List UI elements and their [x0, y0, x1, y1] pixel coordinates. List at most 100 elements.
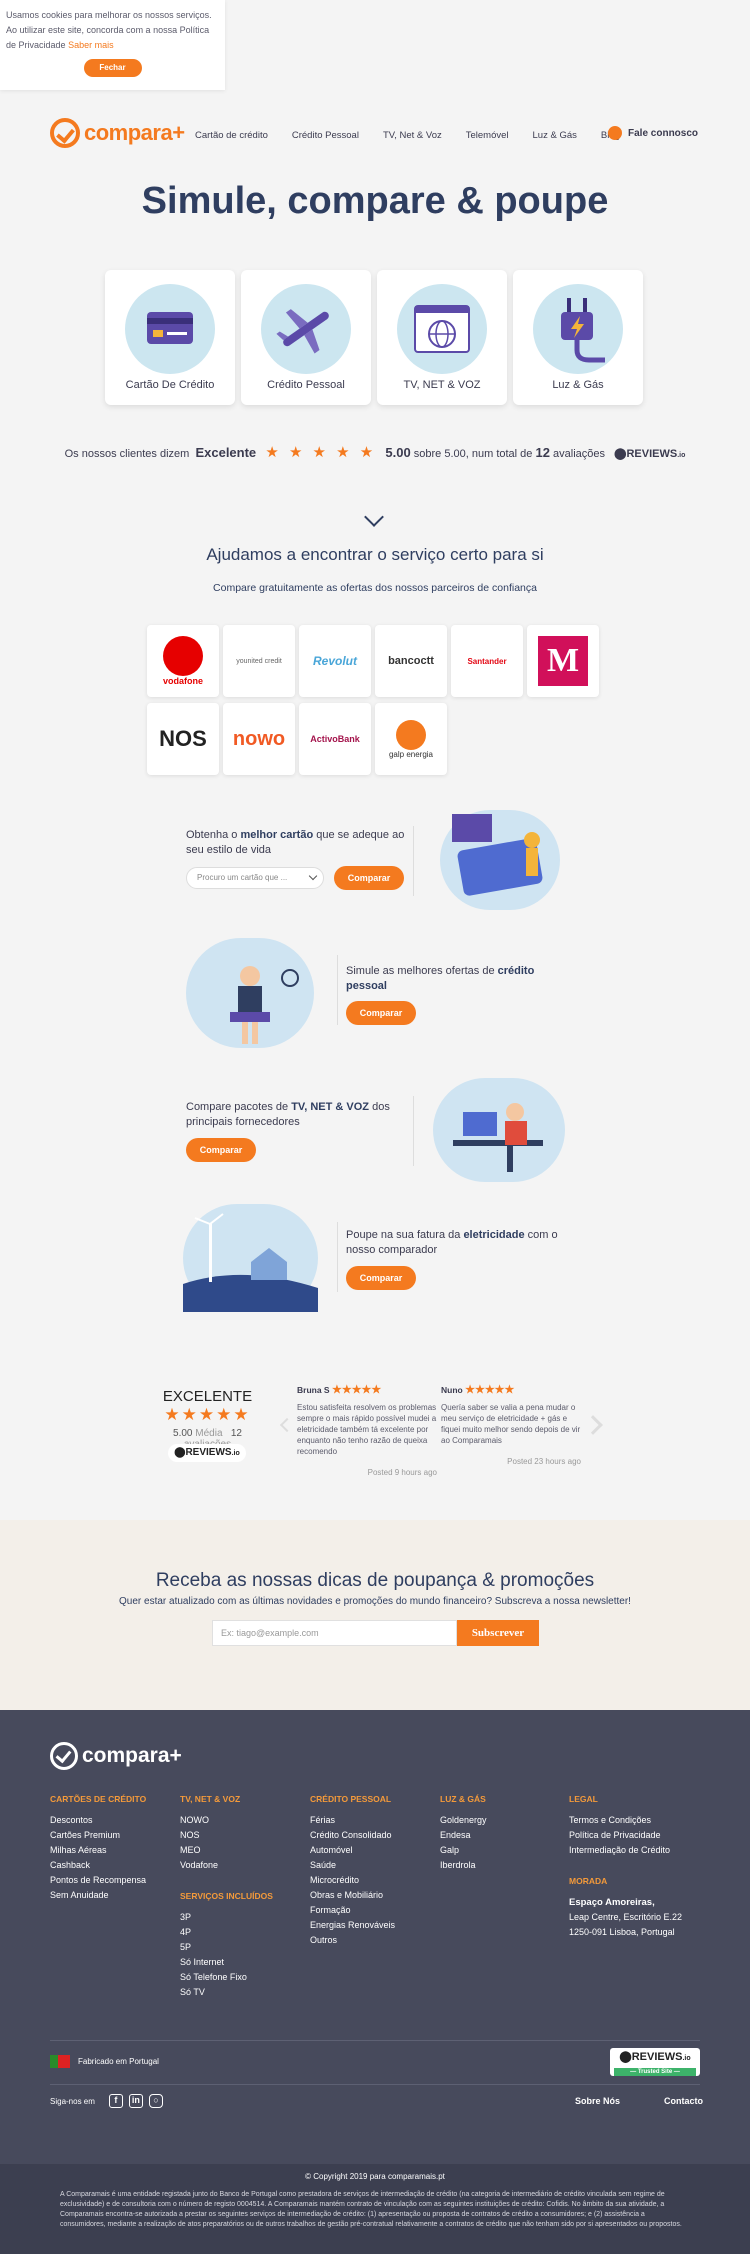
nav-luz-gas[interactable]: Luz & Gás	[533, 130, 577, 141]
address-line: Leap Centre, Escritório E.22	[569, 1912, 683, 1922]
vodafone-logo-icon	[163, 636, 203, 676]
footer-link[interactable]: Férias	[310, 1813, 395, 1828]
footer-link[interactable]: Cartões Premium	[50, 1828, 146, 1843]
footer-heading: LUZ & GÁS	[440, 1794, 486, 1804]
cookie-close-button[interactable]: Fechar	[83, 59, 142, 77]
footer-link[interactable]: MEO	[180, 1843, 273, 1858]
footer-link[interactable]: Só Telefone Fixo	[180, 1970, 273, 1985]
made-in-label: Fabricado em Portugal	[78, 2057, 159, 2066]
partner-logo-millennium: M	[527, 625, 599, 697]
reviews-count: 12	[535, 445, 550, 460]
card-type-select[interactable]: Procuro um cartão que ...	[186, 867, 324, 889]
footer-link[interactable]: 5P	[180, 1940, 273, 1955]
footer-link[interactable]: Automóvel	[310, 1843, 395, 1858]
category-label: Cartão De Crédito	[125, 379, 215, 391]
promo-tv-text: Compare pacotes de TV, NET & VOZ dos pri…	[186, 1101, 390, 1128]
divider	[50, 2084, 700, 2085]
footer-link[interactable]: Obras e Mobiliário	[310, 1888, 395, 1903]
nav-telemovel[interactable]: Telemóvel	[466, 130, 509, 141]
newsletter-subtitle: Quer estar atualizado com as últimas nov…	[119, 1596, 631, 1607]
footer-link[interactable]: NOS	[180, 1828, 273, 1843]
partner-logo-vodafone: vodafone	[147, 625, 219, 697]
footer-link[interactable]: Descontos	[50, 1813, 146, 1828]
footer-link[interactable]: Termos e Condições	[569, 1813, 682, 1828]
instagram-icon[interactable]: ○	[148, 2094, 163, 2108]
footer-link[interactable]: Crédito Consolidado	[310, 1828, 395, 1843]
footer-logo[interactable]: compara+	[50, 1742, 182, 1770]
reviews-suffix: avaliações	[553, 448, 605, 460]
nav-tv-net-voz[interactable]: TV, Net & Voz	[383, 130, 442, 141]
main-nav: Cartão de crédito Crédito Pessoal TV, Ne…	[195, 130, 644, 141]
compare-credit-button[interactable]: Comparar	[346, 1001, 416, 1025]
footer-link[interactable]: Intermediação de Crédito	[569, 1843, 682, 1858]
chevron-down-icon[interactable]	[364, 507, 384, 527]
linkedin-icon[interactable]: in	[128, 2094, 143, 2108]
footer-logo-text: compara+	[82, 1744, 182, 1767]
logo-check-icon	[50, 118, 80, 148]
category-card-credit-card[interactable]: Cartão De Crédito	[105, 270, 235, 405]
footer-link[interactable]: Saúde	[310, 1858, 395, 1873]
footer-link[interactable]: Endesa	[440, 1828, 487, 1843]
footer-bottom-links: Sobre Nós Contacto	[575, 2096, 747, 2106]
category-card-luz-gas[interactable]: Luz & Gás	[513, 270, 643, 405]
compare-tv-button[interactable]: Comparar	[186, 1138, 256, 1162]
reviews-io-logo[interactable]: ⬤REVIEWS.io	[168, 1444, 246, 1462]
footer-link[interactable]: Iberdrola	[440, 1858, 487, 1873]
footer-link[interactable]: Outros	[310, 1933, 395, 1948]
footer-link[interactable]: 3P	[180, 1910, 273, 1925]
reviews-io-logo: ⬤REVIEWS.io	[614, 448, 686, 460]
reviews-io-badge[interactable]: ⬤REVIEWS.io — Trusted Site —	[610, 2048, 700, 2076]
reviews-rating-word: Excelente	[195, 445, 257, 460]
footer-link[interactable]: Milhas Aéreas	[50, 1843, 146, 1858]
review-posted: Posted 9 hours ago	[367, 1468, 437, 1477]
category-card-tv-net-voz[interactable]: TV, NET & VOZ	[377, 270, 507, 405]
footer-link[interactable]: Cashback	[50, 1858, 146, 1873]
compare-card-button[interactable]: Comparar	[334, 866, 404, 890]
contact-link[interactable]: Fale connosco	[608, 126, 698, 140]
nav-cartao-credito[interactable]: Cartão de crédito	[195, 130, 268, 141]
footer-link[interactable]: Formação	[310, 1903, 395, 1918]
footer-link[interactable]: Sem Anuidade	[50, 1888, 146, 1903]
footer-link[interactable]: Goldenergy	[440, 1813, 487, 1828]
portugal-flag-icon	[50, 2055, 70, 2068]
star-rating-icon: ★ ★ ★ ★ ★	[265, 444, 377, 461]
promo-credit-text: Simule as melhores ofertas de crédito pe…	[346, 965, 535, 992]
footer-link[interactable]: Microcrédito	[310, 1873, 395, 1888]
footer-link[interactable]: Só Internet	[180, 1955, 273, 1970]
footer-link[interactable]: 4P	[180, 1925, 273, 1940]
reviews-summary[interactable]: Os nossos clientes dizem Excelente ★ ★ ★…	[0, 443, 750, 461]
reviews-prefix: Os nossos clientes dizem	[64, 448, 190, 460]
partner-logo-activobank: ActivoBank	[299, 703, 371, 775]
about-link[interactable]: Sobre Nós	[575, 2096, 620, 2106]
chevron-right-icon[interactable]	[583, 1415, 603, 1435]
footer-link[interactable]: Energias Renováveis	[310, 1918, 395, 1933]
footer-link[interactable]: NOWO	[180, 1813, 273, 1828]
divider	[337, 1222, 338, 1292]
energy-illustration	[183, 1204, 318, 1312]
footer-link[interactable]: Só TV	[180, 1985, 273, 2000]
category-label: Luz & Gás	[552, 379, 604, 391]
site-footer: compara+ CARTÕES DE CRÉDITO Descontos Ca…	[0, 1710, 750, 2254]
galp-logo-icon	[396, 719, 426, 750]
page: Usamos cookies para melhorar os nossos s…	[0, 0, 750, 2254]
footer-link[interactable]: Vodafone	[180, 1858, 273, 1873]
facebook-icon[interactable]: f	[108, 2094, 123, 2108]
nav-credito-pessoal[interactable]: Crédito Pessoal	[292, 130, 359, 141]
subscribe-button[interactable]: Subscrever	[457, 1620, 539, 1646]
footer-link[interactable]: Política de Privacidade	[569, 1828, 682, 1843]
contact-link-footer[interactable]: Contacto	[664, 2096, 703, 2106]
email-input[interactable]: Ex: tiago@example.com	[212, 1620, 457, 1646]
chevron-left-icon[interactable]	[279, 1417, 295, 1433]
logo-check-icon	[50, 1742, 78, 1770]
footer-link[interactable]: Pontos de Recompensa	[50, 1873, 146, 1888]
logo[interactable]: compara+	[50, 118, 185, 148]
social-links: Siga-nos em f in ○	[50, 2094, 163, 2108]
category-card-personal-credit[interactable]: Crédito Pessoal	[241, 270, 371, 405]
star-rating-icon: ★★★★★	[331, 1384, 382, 1396]
phone-icon	[608, 126, 622, 140]
review-text: Estou satisfeita resolvem os problemas s…	[297, 1403, 437, 1456]
footer-link[interactable]: Galp	[440, 1843, 487, 1858]
legal-disclaimer: A Comparamais é uma entidade registada j…	[60, 2191, 682, 2228]
compare-energy-button[interactable]: Comparar	[346, 1266, 416, 1290]
cookie-learn-more-link[interactable]: Saber mais	[68, 40, 114, 50]
